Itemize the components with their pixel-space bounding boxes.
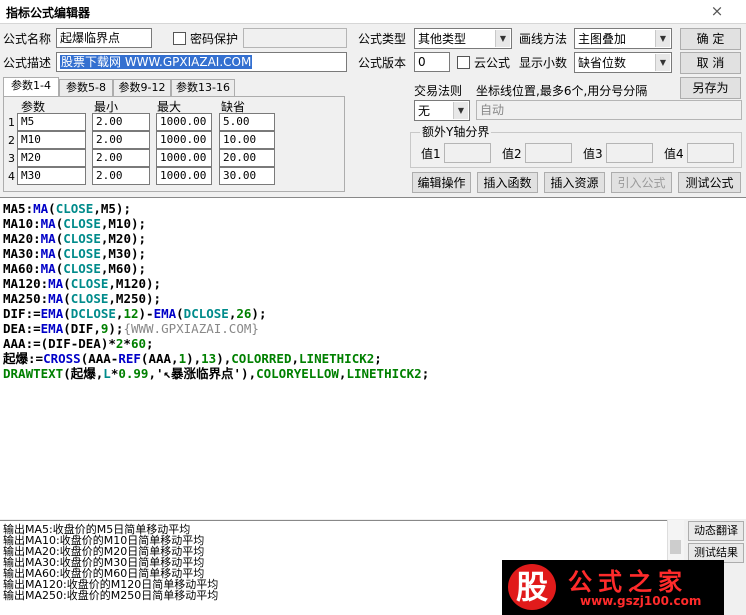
cloud-formula-label: 云公式: [474, 56, 511, 70]
code-line: MA5:MA(CLOSE,M5);: [3, 201, 131, 216]
test-formula-button[interactable]: 测试公式: [678, 172, 741, 193]
draw-method-label: 画线方法: [519, 32, 568, 46]
code-line: DIF:=EMA(DCLOSE,12)-EMA(DCLOSE,26);: [3, 306, 267, 321]
output-line: 输出MA250:收盘价的M250日简单移动平均: [3, 589, 219, 602]
code-line: MA10:MA(CLOSE,M10);: [3, 216, 147, 231]
value3-label: 值3: [583, 147, 603, 161]
value1-label: 值1: [421, 147, 441, 161]
value1-input[interactable]: [444, 143, 491, 163]
formula-name-label: 公式名称: [3, 32, 52, 46]
param-default-input[interactable]: 20.00: [219, 149, 275, 167]
param-name-input[interactable]: M5: [17, 113, 86, 131]
param-row-index: 2: [8, 134, 15, 147]
trade-rule-value: 无: [418, 104, 431, 118]
param-default-input[interactable]: 5.00: [219, 113, 275, 131]
formula-type-select[interactable]: 其他类型 ▼: [414, 28, 512, 49]
title-bar: [0, 0, 746, 24]
formula-type-label: 公式类型: [358, 32, 407, 46]
param-row-index: 3: [8, 152, 15, 165]
formula-desc-input[interactable]: 股票下载网 WWW.GPXIAZAI.COM: [56, 52, 347, 72]
formula-version-label: 公式版本: [358, 56, 407, 70]
param-name-input[interactable]: M20: [17, 149, 86, 167]
tab-params-13-16[interactable]: 参数13-16: [171, 79, 235, 97]
trade-rule-select[interactable]: 无 ▼: [414, 100, 470, 121]
tab-params-9-12[interactable]: 参数9-12: [113, 79, 171, 97]
param-row-index: 1: [8, 116, 15, 129]
param-min-input[interactable]: 2.00: [92, 113, 150, 131]
tab-params-5-8[interactable]: 参数5-8: [59, 79, 113, 97]
formula-version-input[interactable]: 0: [414, 52, 450, 72]
value4-label: 值4: [664, 147, 684, 161]
scrollbar-thumb[interactable]: [670, 540, 681, 554]
site-logo: 股 公式之家 www.gszj100.com: [502, 560, 724, 615]
value3-input[interactable]: [606, 143, 653, 163]
password-checkbox[interactable]: [173, 32, 186, 45]
code-line: MA120:MA(CLOSE,M120);: [3, 276, 162, 291]
draw-method-value: 主图叠加: [578, 32, 627, 46]
edit-ops-button[interactable]: 编辑操作: [412, 172, 471, 193]
ok-button[interactable]: 确 定: [680, 28, 741, 50]
chevron-down-icon[interactable]: ▼: [655, 30, 670, 47]
chevron-down-icon[interactable]: ▼: [655, 54, 670, 71]
import-formula-button[interactable]: 引入公式: [611, 172, 672, 193]
code-line: DRAWTEXT(起爆,L*0.99,'↖暴涨临界点'),COLORYELLOW…: [3, 366, 430, 381]
code-line: DEA:=EMA(DIF,9);{WWW.GPXIAZAI.COM}: [3, 321, 259, 336]
formula-desc-selected-text: 股票下载网 WWW.GPXIAZAI.COM: [60, 55, 253, 69]
extra-y-axis-label: 额外Y轴分界: [420, 124, 492, 140]
cloud-formula-checkbox[interactable]: [457, 56, 470, 69]
param-max-input[interactable]: 1000.00: [156, 149, 212, 167]
value2-label: 值2: [502, 147, 522, 161]
param-name-input[interactable]: M30: [17, 167, 86, 185]
window-title: 指标公式编辑器: [6, 6, 91, 20]
value2-input[interactable]: [525, 143, 572, 163]
param-min-input[interactable]: 2.00: [92, 131, 150, 149]
code-line: AAA:=(DIF-DEA)*2*60;: [3, 336, 154, 351]
param-max-input[interactable]: 1000.00: [156, 113, 212, 131]
param-max-input[interactable]: 1000.00: [156, 131, 212, 149]
code-editor[interactable]: MA5:MA(CLOSE,M5); MA10:MA(CLOSE,M10); MA…: [0, 197, 746, 519]
password-label: 密码保护: [190, 32, 239, 46]
code-line: 起爆:=CROSS(AAA-REF(AAA,1),13),COLORRED,LI…: [3, 351, 382, 366]
dynamic-translate-button[interactable]: 动态翻译: [688, 521, 744, 541]
code-line: MA30:MA(CLOSE,M30);: [3, 246, 147, 261]
value4-input[interactable]: [687, 143, 734, 163]
logo-mark: 股: [508, 564, 556, 610]
insert-resource-button[interactable]: 插入资源: [544, 172, 605, 193]
formula-type-value: 其他类型: [418, 32, 467, 46]
code-line: MA250:MA(CLOSE,M250);: [3, 291, 162, 306]
param-min-input[interactable]: 2.00: [92, 149, 150, 167]
chevron-down-icon[interactable]: ▼: [495, 30, 510, 47]
axis-position-label: 坐标线位置,最多6个,用分号分隔: [476, 84, 648, 98]
chevron-down-icon[interactable]: ▼: [453, 102, 468, 119]
close-icon[interactable]: ×: [706, 1, 728, 23]
formula-desc-label: 公式描述: [3, 56, 52, 70]
param-default-input[interactable]: 10.00: [219, 131, 275, 149]
param-default-input[interactable]: 30.00: [219, 167, 275, 185]
trade-rule-label: 交易法则: [414, 84, 463, 98]
code-line: MA20:MA(CLOSE,M20);: [3, 231, 147, 246]
draw-method-select[interactable]: 主图叠加 ▼: [574, 28, 672, 49]
cancel-button[interactable]: 取 消: [680, 52, 741, 74]
save-as-button[interactable]: 另存为: [680, 77, 741, 99]
axis-position-input[interactable]: 自动: [476, 100, 742, 120]
logo-url: www.gszj100.com: [580, 594, 702, 608]
param-max-input[interactable]: 1000.00: [156, 167, 212, 185]
decimals-label: 显示小数: [519, 56, 568, 70]
param-row-index: 4: [8, 170, 15, 183]
param-name-input[interactable]: M10: [17, 131, 86, 149]
decimals-select[interactable]: 缺省位数 ▼: [574, 52, 672, 73]
code-line: MA60:MA(CLOSE,M60);: [3, 261, 147, 276]
logo-title: 公式之家: [568, 568, 688, 596]
formula-name-input[interactable]: 起爆临界点: [56, 28, 152, 48]
param-min-input[interactable]: 2.00: [92, 167, 150, 185]
password-input[interactable]: [243, 28, 347, 48]
decimals-value: 缺省位数: [578, 56, 627, 70]
tab-params-1-4[interactable]: 参数1-4: [3, 77, 59, 97]
insert-function-button[interactable]: 插入函数: [477, 172, 538, 193]
